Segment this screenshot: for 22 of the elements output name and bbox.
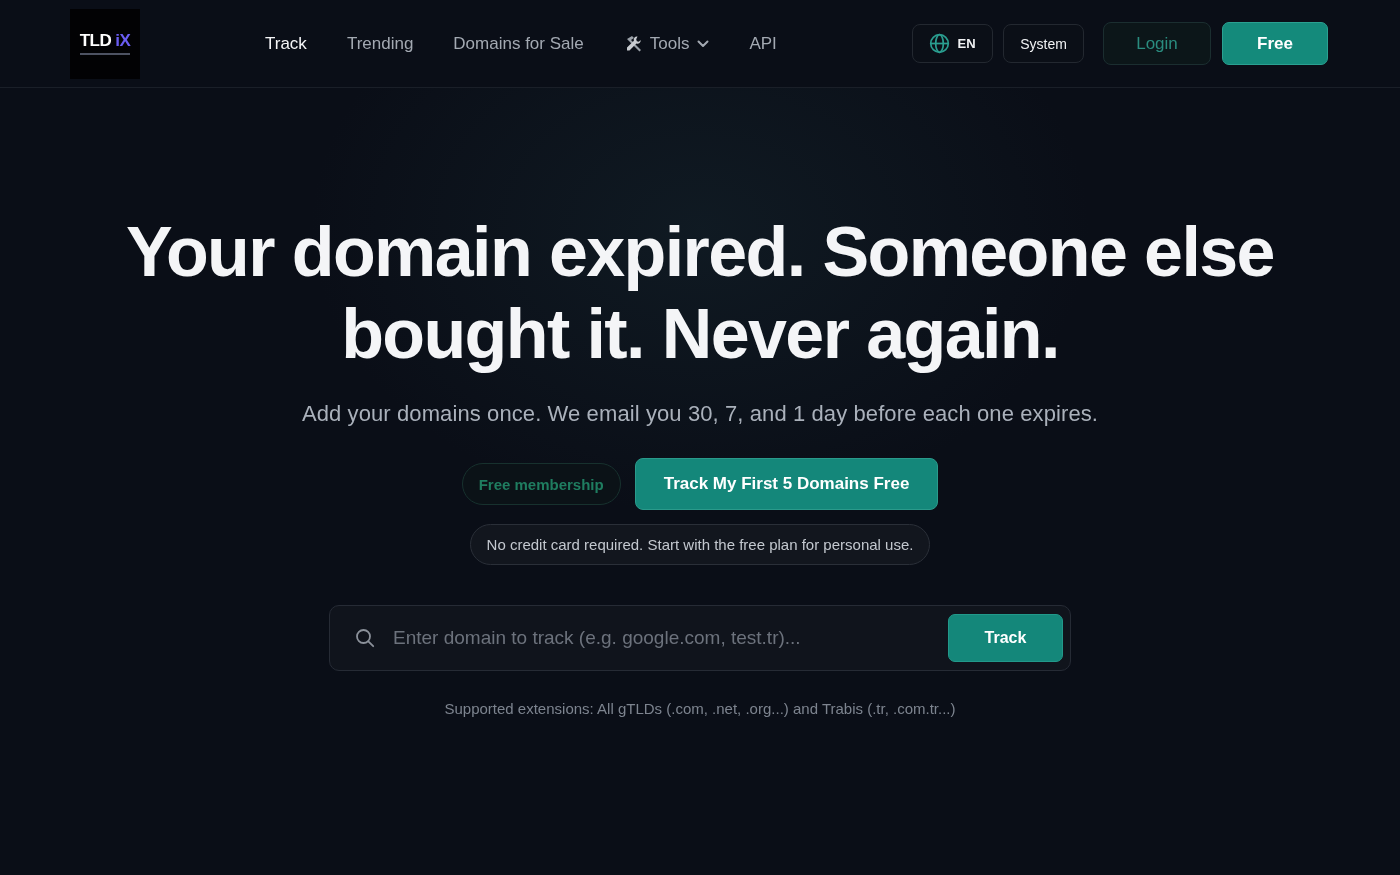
logo[interactable]: TLD iX	[70, 8, 140, 79]
login-button[interactable]: Login	[1103, 22, 1211, 65]
nav-link[interactable]: API	[749, 33, 777, 54]
headline: Your domain expired. Someone else bought it. Never again.	[125, 212, 1275, 375]
signup-button[interactable]: Free	[1222, 22, 1328, 65]
nav-link[interactable]: Domains for Sale	[453, 33, 584, 54]
info-note: No credit card required. Start with the free plan for personal use.	[469, 524, 931, 565]
supported-extensions-text: Supported extensions: All gTLDs (.com, .net, .org...) and Trabis (.tr, .com.tr...)	[444, 699, 956, 719]
chevron-down-icon	[697, 39, 710, 48]
search-box[interactable]: Enter domain to track (e.g. google.com, test.tr)... Track	[329, 605, 1071, 671]
globe-icon	[929, 33, 951, 54]
nav-menu-link[interactable]: Tools	[623, 33, 710, 54]
cta-button[interactable]: Track My First 5 Domains Free	[634, 458, 939, 510]
nav-link[interactable]: Track	[265, 33, 307, 54]
search-icon	[355, 628, 375, 648]
nav-link[interactable]: Trending	[346, 33, 414, 54]
search-field[interactable]: Enter domain to track (e.g. google.com, test.tr)...	[393, 618, 938, 658]
language-button[interactable]: EN	[912, 24, 993, 63]
membership-badge: Free membership	[461, 463, 621, 505]
track-button[interactable]: Track	[948, 614, 1063, 662]
subtitle: Add your domains once. We email you 30, 7, and 1 day before each one expires.	[301, 400, 1099, 428]
theme-button[interactable]: System	[1003, 24, 1084, 63]
